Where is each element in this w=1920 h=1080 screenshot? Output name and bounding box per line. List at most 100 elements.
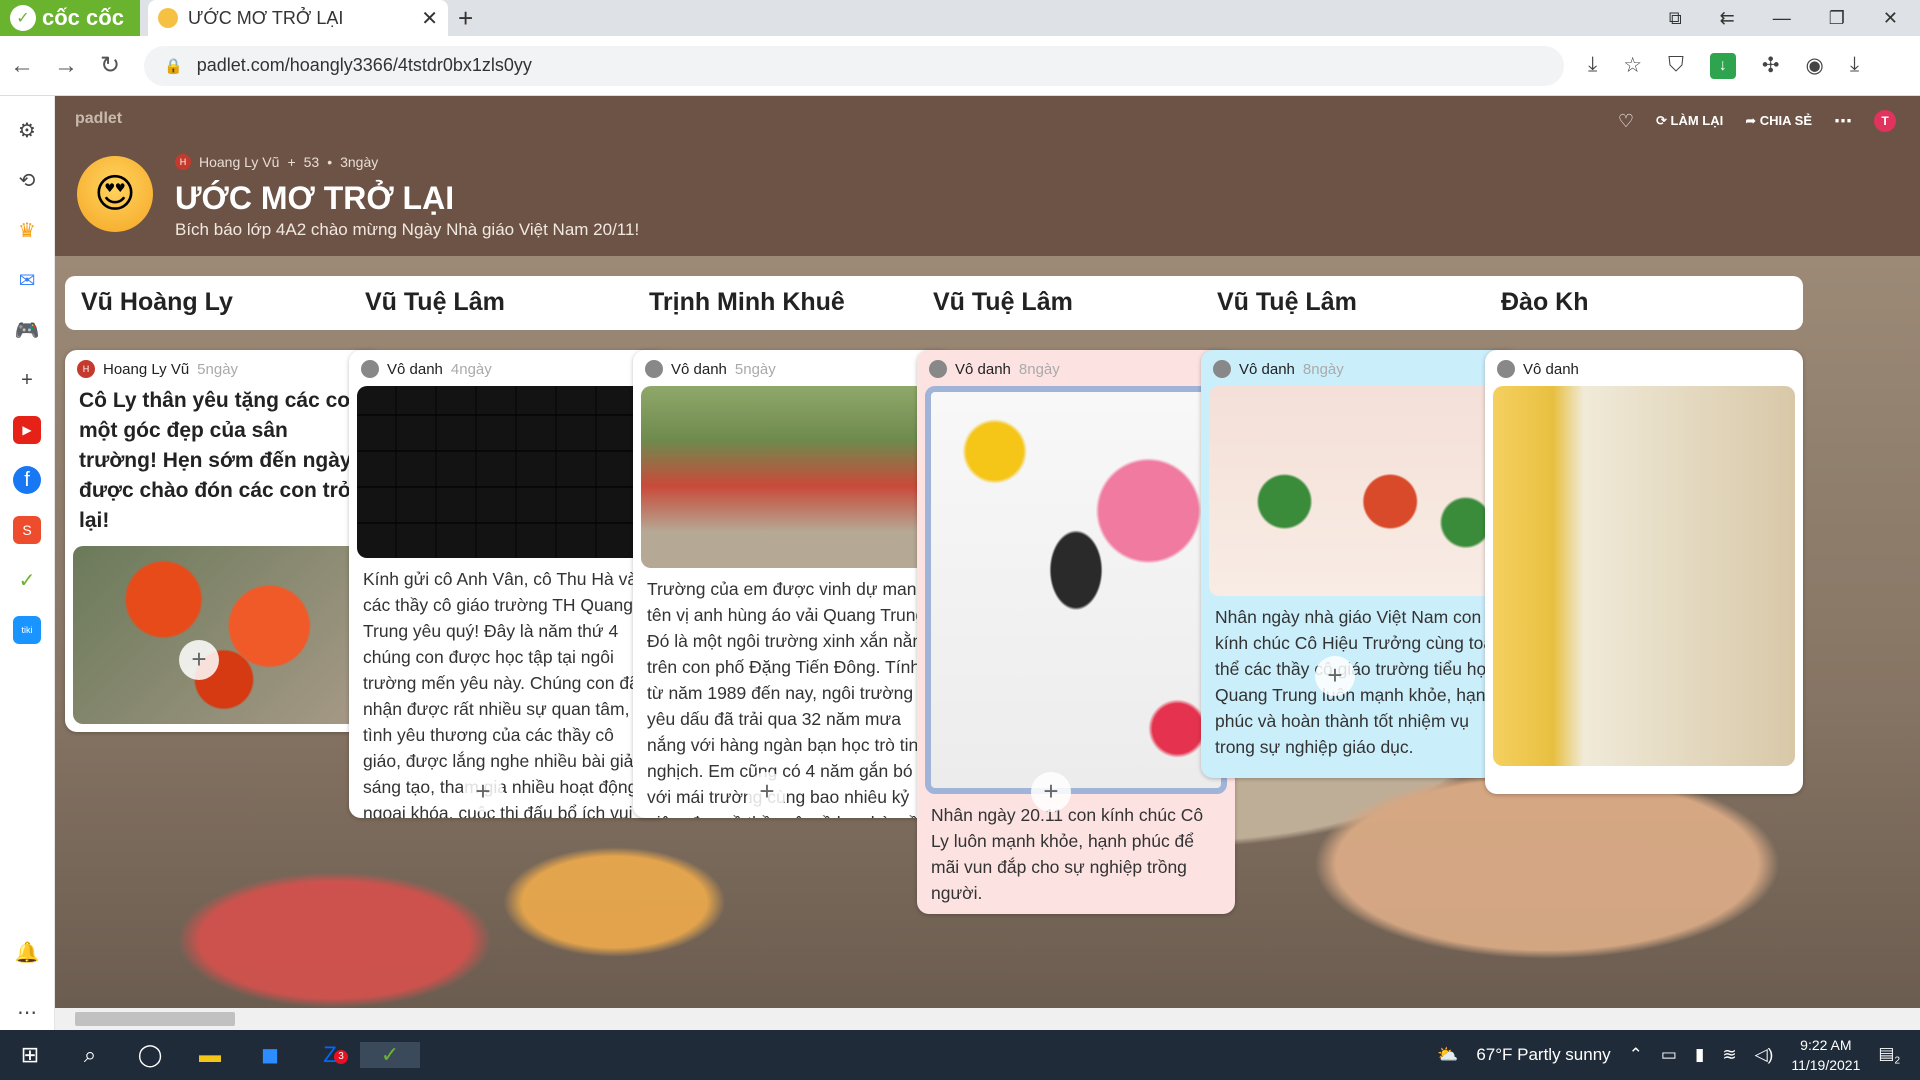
notifications-bell-icon[interactable]: 🔔 <box>13 938 41 966</box>
post-card[interactable]: Vô danh 8ngày ⋮ Nhân ngày nhà giáo Việt … <box>1201 350 1519 778</box>
column-heading[interactable]: Vũ Hoàng Ly <box>65 276 383 330</box>
crown-icon[interactable]: ♛ <box>13 216 41 244</box>
heart-icon[interactable]: ♡ <box>1618 111 1634 132</box>
meet-now-icon[interactable]: ▭ <box>1661 1045 1677 1065</box>
browser-sidebar: ⚙ ⟲ ♛ ✉ 🎮 + ▶ f S ✓ tiki 🔔 ⋯ <box>0 96 55 1030</box>
weather-text[interactable]: 67°F Partly sunny <box>1476 1045 1610 1065</box>
settings-gear-icon[interactable]: ⚙ <box>13 116 41 144</box>
url-text: padlet.com/hoangly3366/4tstdr0bx1zls0yy <box>196 55 532 75</box>
board-age: 3ngày <box>340 154 379 170</box>
youtube-icon[interactable]: ▶ <box>13 416 41 444</box>
back-button[interactable]: ← <box>0 52 44 80</box>
post-headline: Cô Ly thân yêu tặng các con một góc đẹp … <box>79 389 363 532</box>
maximize-button[interactable]: ❐ <box>1829 8 1845 29</box>
weather-icon[interactable]: ⛅ <box>1437 1045 1458 1065</box>
zoom-icon[interactable]: ◼ <box>240 1042 300 1068</box>
tab-close-icon[interactable]: ✕ <box>421 6 438 31</box>
board-title: ƯỚC MƠ TRỞ LẠI <box>175 180 455 216</box>
column-vu-tue-lam-3: Vũ Tuệ Lâm Vô danh 8ngày ⋮ Nhân ngày nhà… <box>1201 276 1519 778</box>
more-options-icon[interactable]: ⋯ <box>13 998 41 1026</box>
meta-separator: • <box>327 154 333 170</box>
padlet-logo[interactable]: padlet <box>75 110 122 128</box>
tab-title: ƯỚC MƠ TRỞ LẠI <box>188 7 344 28</box>
column-heading[interactable]: Vũ Tuệ Lâm <box>917 276 1235 330</box>
wifi-icon[interactable]: ≋ <box>1722 1045 1736 1065</box>
coccoc-menu-button[interactable]: ✓ cốc cốc <box>0 0 140 36</box>
messenger-icon[interactable]: ✉ <box>13 266 41 294</box>
plus-symbol: + <box>287 154 296 170</box>
post-card[interactable]: Vô danh <box>1485 350 1803 794</box>
tiki-icon[interactable]: tiki <box>13 616 41 644</box>
remake-button[interactable]: ⟳ LÀM LẠI <box>1656 113 1723 129</box>
url-field[interactable]: 🔒 padlet.com/hoangly3366/4tstdr0bx1zls0y… <box>144 45 1564 86</box>
share-button[interactable]: ➦ CHIA SẺ <box>1745 113 1812 129</box>
reload-button[interactable]: ↻ <box>88 51 132 80</box>
add-post-button[interactable]: + <box>747 772 787 812</box>
lock-icon[interactable]: 🔒 <box>164 57 183 75</box>
history-icon[interactable]: ⟲ <box>13 166 41 194</box>
brand-label: cốc cốc <box>42 5 124 30</box>
add-post-button[interactable]: + <box>1315 656 1355 696</box>
extensions-icon[interactable]: ✣ <box>1762 53 1780 79</box>
screenshot-icon[interactable]: ⧉ <box>1669 8 1682 29</box>
facebook-icon[interactable]: f <box>13 466 41 494</box>
windows-taskbar: ⊞ ⌕ ◯ ▬ ◼ Z3 ✓ ⛅ 67°F Partly sunny ⌃ ▭ ▮… <box>0 1030 1920 1080</box>
column-heading[interactable]: Vũ Tuệ Lâm <box>349 276 667 330</box>
post-card[interactable]: H Hoang Ly Vũ 5ngày ⋮ Cô Ly thân yêu tặn… <box>65 350 383 732</box>
shopee-icon[interactable]: S <box>13 516 41 544</box>
sidebar-toggle-icon[interactable]: ⇇ <box>1720 8 1735 29</box>
battery-icon[interactable]: ▮ <box>1695 1045 1704 1065</box>
scrollbar-thumb[interactable] <box>75 1012 235 1026</box>
file-explorer-icon[interactable]: ▬ <box>180 1042 240 1068</box>
address-bar: ← → ↻ 🔒 padlet.com/hoangly3366/4tstdr0bx… <box>0 36 1920 96</box>
shield-icon[interactable]: ⛉ <box>1668 53 1684 79</box>
forward-button[interactable]: → <box>44 52 88 80</box>
schoolyard-image[interactable] <box>641 386 943 568</box>
minimize-button[interactable]: — <box>1773 8 1791 29</box>
horizontal-scrollbar[interactable] <box>55 1008 1920 1030</box>
profile-icon[interactable]: ◉ <box>1805 53 1823 79</box>
coccoc-logo-icon: ✓ <box>10 5 36 31</box>
flame-tree-image[interactable] <box>73 546 375 724</box>
savefrom-download-icon[interactable]: ↓ <box>1709 52 1736 79</box>
notification-center-icon[interactable]: ▤2 <box>1878 1044 1900 1066</box>
post-card[interactable]: Vô danh 5ngày ⋮ Trường của em được vinh … <box>633 350 951 818</box>
column-heading[interactable]: Đào Kh <box>1485 276 1803 330</box>
remake-label: LÀM LẠI <box>1670 113 1724 128</box>
add-post-button[interactable]: + <box>1031 772 1071 812</box>
task-view-icon[interactable]: ◯ <box>120 1042 180 1068</box>
close-window-button[interactable]: ✕ <box>1883 8 1898 29</box>
post-card[interactable]: Vô danh 4ngày ⋮ Kính gửi cô Anh Vân, cô … <box>349 350 667 818</box>
tray-chevron-icon[interactable]: ⌃ <box>1629 1045 1643 1065</box>
column-heading[interactable]: Trịnh Minh Khuê <box>633 276 951 330</box>
author-avatar: H <box>175 154 191 170</box>
add-app-icon[interactable]: + <box>13 366 41 394</box>
post-time: 4ngày <box>450 360 492 378</box>
add-post-button[interactable]: + <box>179 640 219 680</box>
volume-icon[interactable]: ◁) <box>1755 1045 1774 1065</box>
teacher-drawing-image[interactable] <box>925 386 1227 794</box>
zoom-meeting-image[interactable] <box>357 386 659 558</box>
event-banner-image[interactable] <box>1493 386 1795 766</box>
tab-active[interactable]: ƯỚC MƠ TRỞ LẠI ✕ <box>148 0 448 36</box>
zalo-icon[interactable]: Z3 <box>300 1042 360 1068</box>
system-clock[interactable]: 9:22 AM 11/19/2021 <box>1791 1035 1860 1075</box>
author-name[interactable]: Hoang Ly Vũ <box>199 154 279 170</box>
post-card[interactable]: Vô danh 8ngày ⋮ Nhân ngày 20.11 con kính… <box>917 350 1235 914</box>
coccoc-taskbar-icon[interactable]: ✓ <box>360 1042 420 1068</box>
windows-start-icon[interactable]: ⊞ <box>0 1042 60 1068</box>
downloads-icon[interactable]: ⤓ <box>1850 53 1859 79</box>
more-icon[interactable]: ⋯ <box>1834 111 1852 132</box>
poster-20-11-image[interactable] <box>1209 386 1511 596</box>
coccoc-map-icon[interactable]: ✓ <box>13 566 41 594</box>
new-tab-button[interactable]: + <box>458 3 473 34</box>
gamepad-icon[interactable]: 🎮 <box>13 316 41 344</box>
column-heading[interactable]: Vũ Tuệ Lâm <box>1201 276 1519 330</box>
board-header: padlet ♡ ⟳ LÀM LẠI ➦ CHIA SẺ ⋯ T 😍 H Hoa… <box>55 96 1920 256</box>
install-icon[interactable]: ⤓ <box>1588 53 1597 79</box>
search-icon[interactable]: ⌕ <box>60 1042 120 1068</box>
post-author: Hoang Ly Vũ <box>103 360 190 378</box>
add-post-button[interactable]: + <box>463 772 503 812</box>
user-avatar[interactable]: T <box>1874 110 1896 132</box>
bookmark-star-icon[interactable]: ☆ <box>1623 53 1642 79</box>
